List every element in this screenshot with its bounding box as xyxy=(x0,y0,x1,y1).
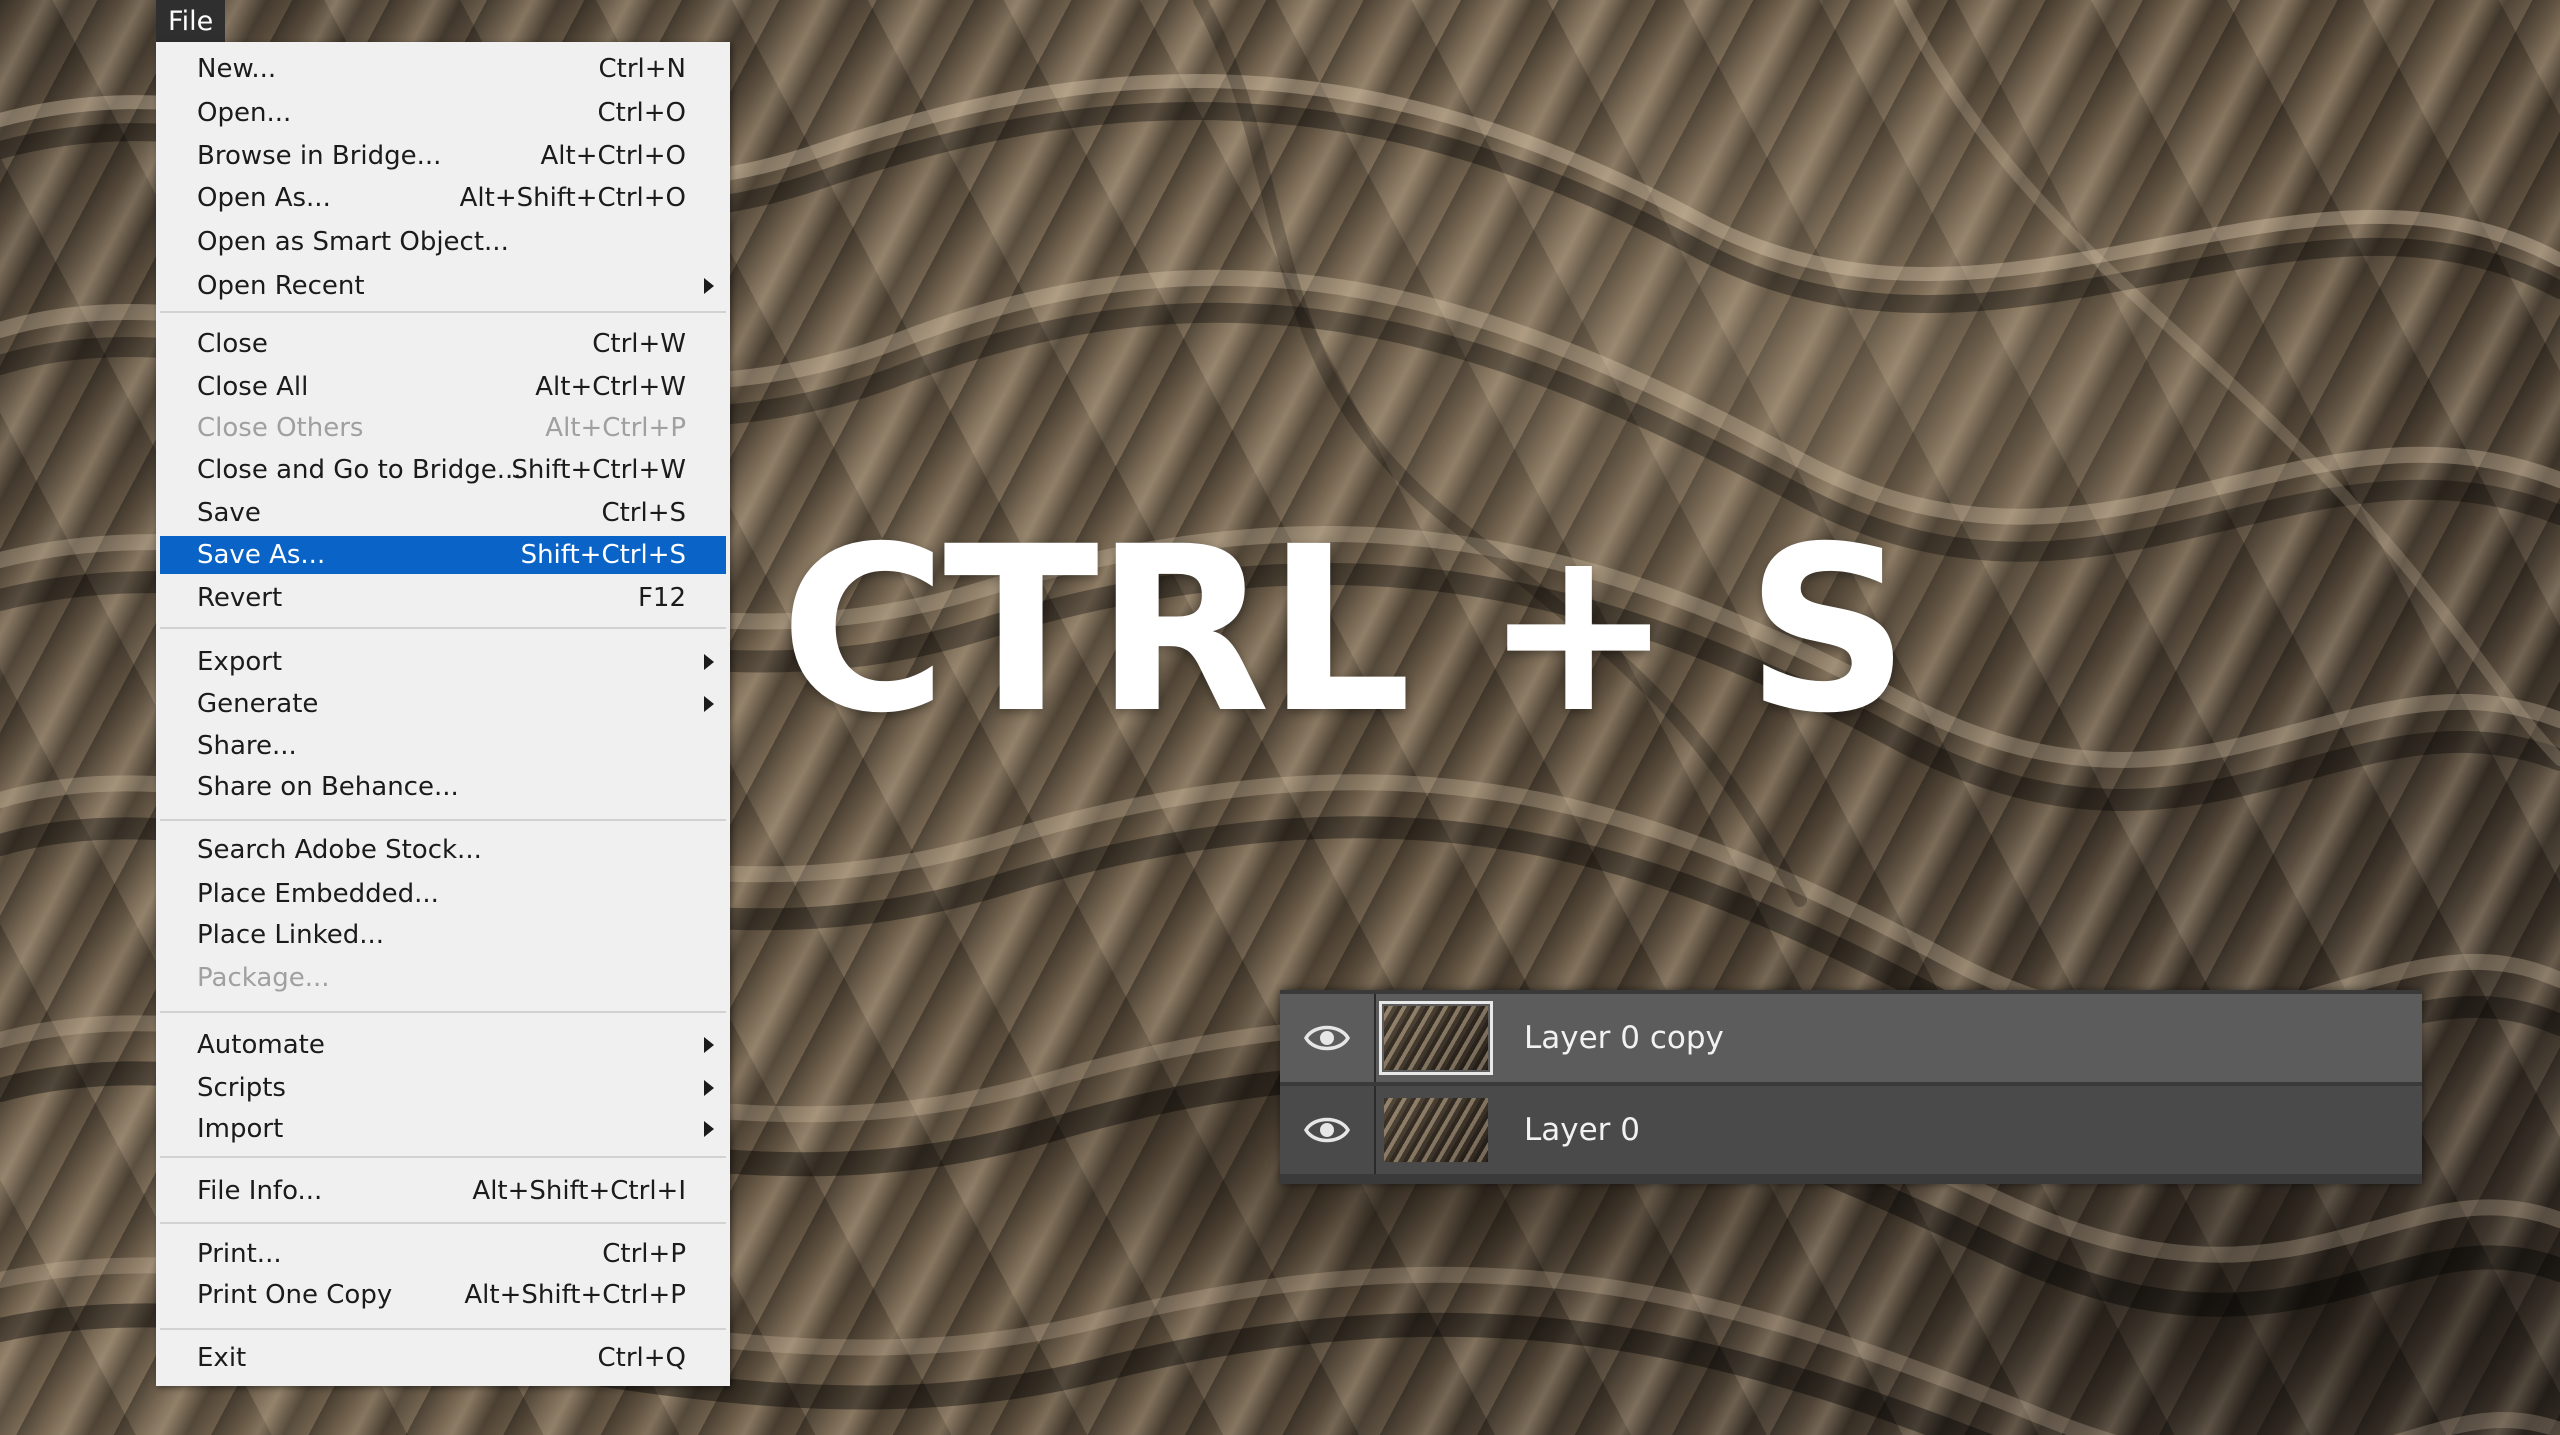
layer-divider xyxy=(1374,1086,1376,1174)
menu-item-open-recent[interactable]: Open Recent xyxy=(160,267,726,305)
menu-item-label: Export xyxy=(197,647,283,677)
menu-item-label: Import xyxy=(197,1114,284,1144)
submenu-arrow-icon xyxy=(704,654,714,670)
eye-icon[interactable] xyxy=(1304,1112,1350,1148)
layer-row-layer-0[interactable]: Layer 0 xyxy=(1280,1086,2422,1174)
menu-item-print-one-copy[interactable]: Print One Copy Alt+Shift+Ctrl+P xyxy=(160,1276,726,1314)
menu-item-label: Browse in Bridge... xyxy=(197,141,442,171)
eye-icon[interactable] xyxy=(1304,1020,1350,1056)
menu-item-revert[interactable]: Revert F12 xyxy=(160,579,726,617)
menu-item-label: Place Linked... xyxy=(197,920,385,950)
menu-item-shortcut: Alt+Shift+Ctrl+O xyxy=(459,183,686,213)
menu-separator xyxy=(160,1222,726,1224)
menu-item-label: Close All xyxy=(197,372,309,402)
menu-item-label: Exit xyxy=(197,1343,247,1373)
menu-item-browse-in-bridge[interactable]: Browse in Bridge... Alt+Ctrl+O xyxy=(160,137,726,175)
keyboard-shortcut-overlay-text: CTRL + S xyxy=(780,497,1910,763)
menu-item-label: Close and Go to Bridge... xyxy=(197,455,522,485)
menu-item-file-info[interactable]: File Info... Alt+Shift+Ctrl+I xyxy=(160,1172,726,1210)
menu-item-label: Open... xyxy=(197,98,292,128)
menu-item-scripts[interactable]: Scripts xyxy=(160,1069,726,1107)
layer-name: Layer 0 xyxy=(1524,1112,1641,1148)
menu-item-label: Share... xyxy=(197,731,297,761)
menu-item-shortcut: Alt+Shift+Ctrl+I xyxy=(472,1176,686,1206)
menu-separator xyxy=(160,1328,726,1330)
menu-item-label: Revert xyxy=(197,583,283,613)
menu-item-close-others: Close Others Alt+Ctrl+P xyxy=(160,409,726,447)
menu-item-place-embedded[interactable]: Place Embedded... xyxy=(160,875,726,913)
menu-item-share-on-behance[interactable]: Share on Behance... xyxy=(160,768,726,806)
menu-separator xyxy=(160,1156,726,1158)
menu-item-exit[interactable]: Exit Ctrl+Q xyxy=(160,1339,726,1377)
layer-divider xyxy=(1374,994,1376,1082)
submenu-arrow-icon xyxy=(704,696,714,712)
menu-item-shortcut: Ctrl+W xyxy=(592,329,686,359)
menu-item-close-and-go-to-bridge[interactable]: Close and Go to Bridge... Shift+Ctrl+W xyxy=(160,451,726,489)
menu-item-label: Save xyxy=(197,498,261,528)
submenu-arrow-icon xyxy=(704,278,714,294)
menu-item-shortcut: Alt+Ctrl+P xyxy=(545,413,686,443)
submenu-arrow-icon xyxy=(704,1121,714,1137)
menu-item-save[interactable]: Save Ctrl+S xyxy=(160,494,726,532)
menu-item-shortcut: Shift+Ctrl+W xyxy=(511,455,686,485)
menu-item-close[interactable]: Close Ctrl+W xyxy=(160,325,726,363)
menu-item-label: New... xyxy=(197,54,277,84)
menu-file[interactable]: File xyxy=(156,0,226,42)
menu-item-label: Save As... xyxy=(197,540,326,570)
menu-item-label: Place Embedded... xyxy=(197,879,439,909)
menu-item-print[interactable]: Print... Ctrl+P xyxy=(160,1235,726,1273)
menu-item-place-linked[interactable]: Place Linked... xyxy=(160,916,726,954)
menu-item-label: Open As... xyxy=(197,183,331,213)
menu-item-shortcut: Alt+Ctrl+W xyxy=(535,372,686,402)
menu-item-open-as-smart-object[interactable]: Open as Smart Object... xyxy=(160,223,726,261)
menu-item-share[interactable]: Share... xyxy=(160,727,726,765)
layer-thumbnail xyxy=(1384,1098,1488,1162)
menu-separator xyxy=(160,819,726,821)
submenu-arrow-icon xyxy=(704,1037,714,1053)
menu-separator xyxy=(160,311,726,313)
menu-item-shortcut: Ctrl+S xyxy=(601,498,686,528)
menu-item-automate[interactable]: Automate xyxy=(160,1026,726,1064)
menu-item-label: Share on Behance... xyxy=(197,772,459,802)
menu-separator xyxy=(160,1011,726,1013)
menu-item-label: Open Recent xyxy=(197,271,365,301)
menu-item-shortcut: Ctrl+Q xyxy=(597,1343,686,1373)
menu-item-label: Scripts xyxy=(197,1073,286,1103)
menu-item-shortcut: Ctrl+P xyxy=(602,1239,686,1269)
menu-item-new[interactable]: New... Ctrl+N xyxy=(160,50,726,88)
menu-item-label: Print One Copy xyxy=(197,1280,393,1310)
menu-item-label: File Info... xyxy=(197,1176,323,1206)
menu-item-shortcut: Alt+Shift+Ctrl+P xyxy=(464,1280,686,1310)
menu-item-close-all[interactable]: Close All Alt+Ctrl+W xyxy=(160,368,726,406)
menu-item-open[interactable]: Open... Ctrl+O xyxy=(160,94,726,132)
menu-item-label: Generate xyxy=(197,689,319,719)
menu-item-label: Print... xyxy=(197,1239,282,1269)
menu-item-package: Package... xyxy=(160,959,726,997)
layer-row-layer-0-copy[interactable]: Layer 0 copy xyxy=(1280,994,2422,1082)
menu-item-label: Package... xyxy=(197,963,330,993)
menu-item-label: Automate xyxy=(197,1030,325,1060)
menu-item-shortcut: Ctrl+N xyxy=(598,54,687,84)
layer-thumbnail xyxy=(1379,1001,1493,1075)
menu-item-label: Close xyxy=(197,329,268,359)
menu-separator xyxy=(160,627,726,629)
menu-item-export[interactable]: Export xyxy=(160,643,726,681)
menu-item-open-as[interactable]: Open As... Alt+Shift+Ctrl+O xyxy=(160,179,726,217)
submenu-arrow-icon xyxy=(704,1080,714,1096)
menu-item-shortcut: Shift+Ctrl+S xyxy=(520,540,686,570)
layers-panel: Layer 0 copy Layer 0 xyxy=(1280,990,2422,1184)
menu-item-search-adobe-stock[interactable]: Search Adobe Stock... xyxy=(160,831,726,869)
menu-item-label: Close Others xyxy=(197,413,364,443)
menu-item-save-as[interactable]: Save As... Shift+Ctrl+S xyxy=(160,536,726,574)
menu-item-import[interactable]: Import xyxy=(160,1110,726,1148)
menu-item-shortcut: Alt+Ctrl+O xyxy=(540,141,686,171)
layer-name: Layer 0 copy xyxy=(1524,1020,1724,1056)
file-menu-dropdown: New... Ctrl+N Open... Ctrl+O Browse in Bri… xyxy=(156,42,730,1386)
menu-item-label: Open as Smart Object... xyxy=(197,227,509,257)
menu-item-label: Search Adobe Stock... xyxy=(197,835,482,865)
menu-item-generate[interactable]: Generate xyxy=(160,685,726,723)
menu-item-shortcut: Ctrl+O xyxy=(597,98,686,128)
menu-item-shortcut: F12 xyxy=(637,583,686,613)
